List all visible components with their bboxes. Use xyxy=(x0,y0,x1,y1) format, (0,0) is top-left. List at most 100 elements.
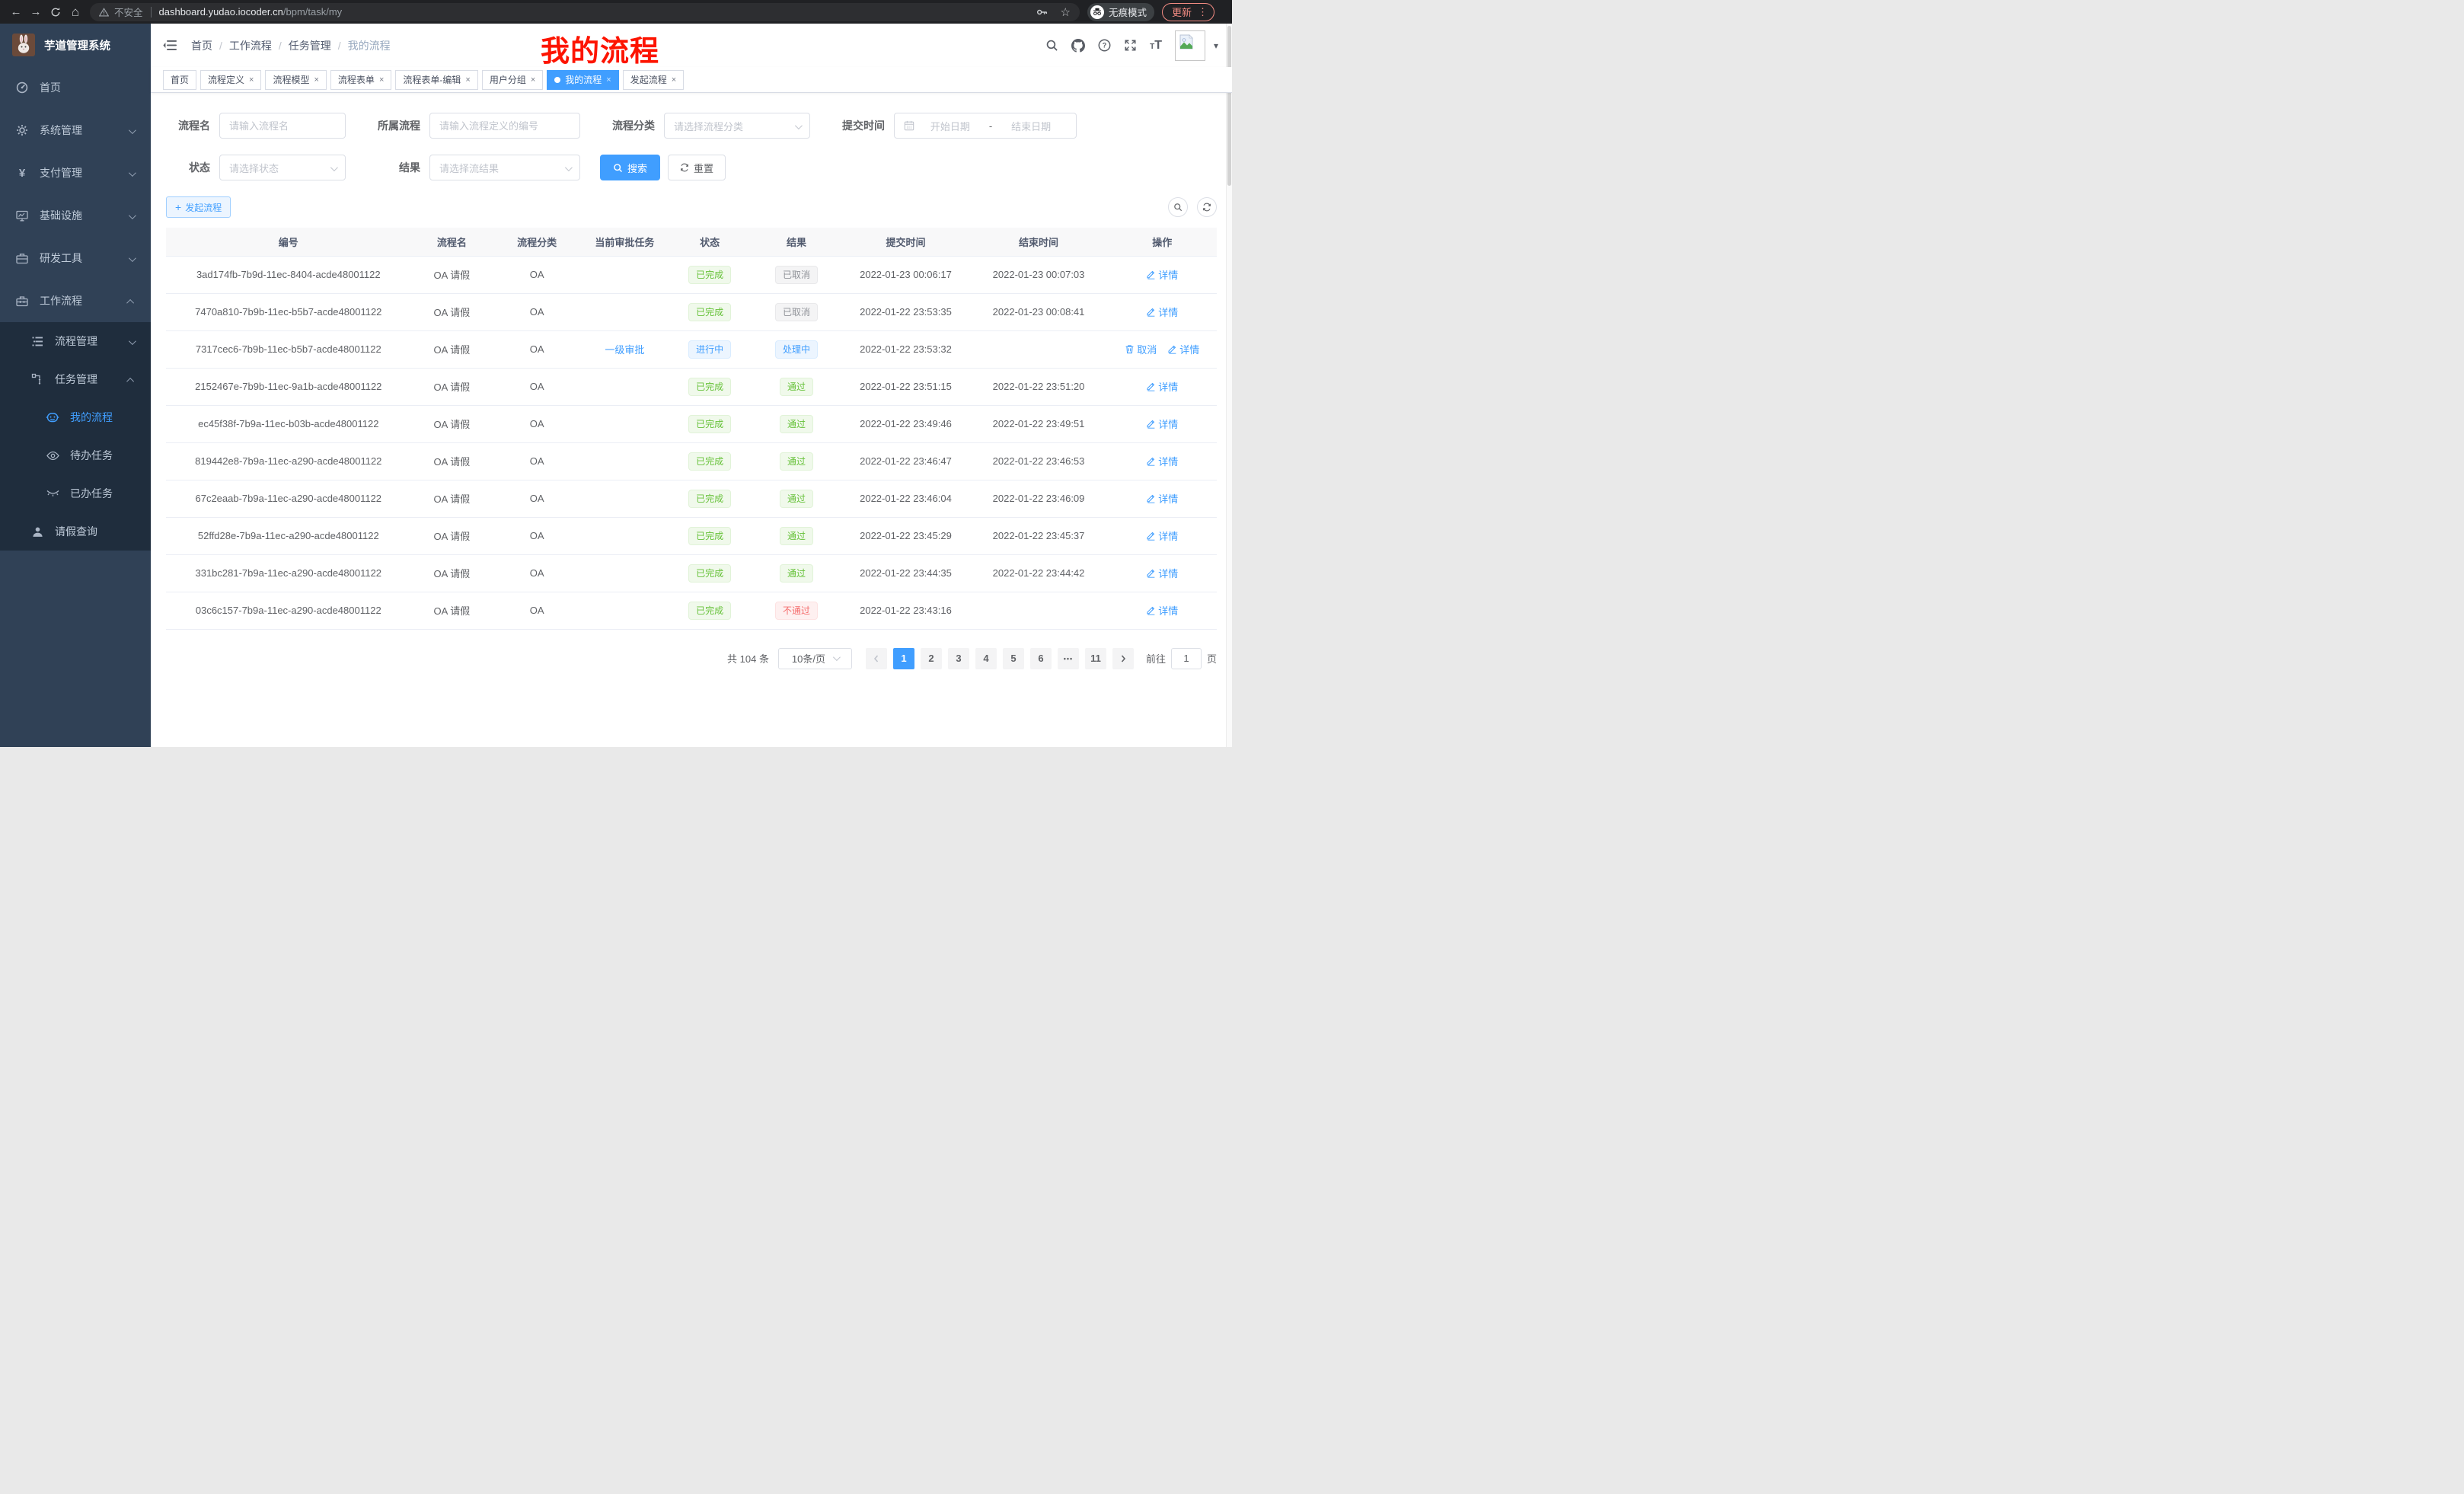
sidebar-item-工作流程[interactable]: 工作流程 xyxy=(0,279,151,322)
tab-流程定义[interactable]: 流程定义× xyxy=(200,70,261,90)
sidebar-item-流程管理[interactable]: 流程管理 xyxy=(0,322,151,360)
page-button-11[interactable]: 11 xyxy=(1085,648,1106,669)
page-button-4[interactable]: 4 xyxy=(975,648,997,669)
fullscreen-icon[interactable] xyxy=(1124,39,1137,52)
sidebar-menu: 首页系统管理¥支付管理基础设施研发工具工作流程流程管理任务管理我的流程待办任务已… xyxy=(0,66,151,551)
tab-流程表单-编辑[interactable]: 流程表单-编辑× xyxy=(395,70,477,90)
breadcrumb-item[interactable]: 首页 xyxy=(191,38,212,53)
sidebar-item-支付管理[interactable]: ¥支付管理 xyxy=(0,152,151,194)
font-size-icon[interactable]: TT xyxy=(1150,40,1162,52)
toggle-search-button[interactable] xyxy=(1168,197,1188,217)
search-button[interactable]: 搜索 xyxy=(600,155,660,180)
status-select[interactable]: 请选择状态 xyxy=(219,155,346,180)
sidebar-item-研发工具[interactable]: 研发工具 xyxy=(0,237,151,279)
submit-time-range-picker[interactable]: 开始日期 - 结束日期 xyxy=(894,113,1077,139)
breadcrumb-item: 我的流程 xyxy=(348,38,391,53)
breadcrumb-item[interactable]: 任务管理 xyxy=(289,38,331,53)
close-icon[interactable]: × xyxy=(672,75,676,85)
filter-label: 所属流程 xyxy=(365,118,420,133)
sidebar-item-我的流程[interactable]: 我的流程 xyxy=(0,398,151,436)
sidebar-item-请假查询[interactable]: 请假查询 xyxy=(0,512,151,551)
取消-link[interactable]: 取消 xyxy=(1125,342,1157,356)
详情-link[interactable]: 详情 xyxy=(1146,305,1178,319)
page-button-2[interactable]: 2 xyxy=(921,648,942,669)
browser-menu-icon[interactable]: ⋮ xyxy=(1198,6,1208,18)
help-icon[interactable]: ? xyxy=(1098,39,1111,52)
table-row: 2152467e-7b9b-11ec-9a1b-acde48001122OA 请… xyxy=(166,368,1217,405)
详情-link[interactable]: 详情 xyxy=(1146,417,1178,431)
process-def-input[interactable] xyxy=(429,113,580,139)
page-button-1[interactable]: 1 xyxy=(893,648,914,669)
tab-流程模型[interactable]: 流程模型× xyxy=(265,70,326,90)
search-icon[interactable] xyxy=(1045,39,1058,52)
sidebar-item-待办任务[interactable]: 待办任务 xyxy=(0,436,151,474)
详情-link[interactable]: 详情 xyxy=(1146,528,1178,543)
scrollbar-thumb[interactable] xyxy=(1227,26,1231,186)
key-icon[interactable] xyxy=(1036,6,1048,18)
caret-down-icon[interactable]: ▾ xyxy=(1214,40,1218,51)
sidebar-item-任务管理[interactable]: 任务管理 xyxy=(0,360,151,398)
flow-icon xyxy=(30,373,44,385)
sidebar-logo[interactable]: 芋道管理系统 xyxy=(0,24,151,66)
action-label: 详情 xyxy=(1158,603,1178,618)
tab-流程表单[interactable]: 流程表单× xyxy=(330,70,391,90)
edit-icon xyxy=(1146,381,1156,391)
category-select[interactable]: 请选择流程分类 xyxy=(664,113,810,139)
详情-link[interactable]: 详情 xyxy=(1167,342,1199,356)
page-size-select[interactable]: 10条/页 xyxy=(778,648,852,669)
process-name-input[interactable] xyxy=(219,113,346,139)
close-icon[interactable]: × xyxy=(249,75,254,85)
sidebar-item-基础设施[interactable]: 基础设施 xyxy=(0,194,151,237)
address-bar[interactable]: 不安全 dashboard.yudao.iocoder.cn/bpm/task/… xyxy=(90,3,1080,21)
page-button-6[interactable]: 6 xyxy=(1030,648,1052,669)
sidebar-item-系统管理[interactable]: 系统管理 xyxy=(0,109,151,152)
create-process-button[interactable]: + 发起流程 xyxy=(166,196,231,218)
bookmark-star-icon[interactable]: ☆ xyxy=(1061,5,1071,19)
close-icon[interactable]: × xyxy=(606,75,611,85)
close-icon[interactable]: × xyxy=(314,75,318,85)
tab-首页[interactable]: 首页 xyxy=(163,70,196,90)
详情-link[interactable]: 详情 xyxy=(1146,379,1178,394)
end-time-cell: 2022-01-22 23:46:53 xyxy=(970,442,1108,480)
refresh-icon xyxy=(680,163,689,172)
task-link[interactable]: 一级审批 xyxy=(605,344,644,356)
next-page-button[interactable] xyxy=(1112,648,1134,669)
github-icon[interactable] xyxy=(1071,39,1085,53)
update-button[interactable]: 更新 ⋮ xyxy=(1162,3,1214,21)
详情-link[interactable]: 详情 xyxy=(1146,267,1178,282)
forward-button[interactable]: → xyxy=(26,0,46,24)
breadcrumb-item[interactable]: 工作流程 xyxy=(229,38,272,53)
goto-page-input[interactable] xyxy=(1171,648,1202,669)
back-button[interactable]: ← xyxy=(6,0,26,24)
sidebar-collapse-icon[interactable] xyxy=(163,39,177,52)
close-icon[interactable]: × xyxy=(379,75,384,85)
current-task-cell xyxy=(581,368,669,405)
page-button-5[interactable]: 5 xyxy=(1003,648,1024,669)
tab-用户分组[interactable]: 用户分组× xyxy=(482,70,543,90)
reload-button[interactable] xyxy=(46,7,65,18)
refresh-table-button[interactable] xyxy=(1197,197,1217,217)
sidebar-item-首页[interactable]: 首页 xyxy=(0,66,151,109)
详情-link[interactable]: 详情 xyxy=(1146,603,1178,618)
tab-发起流程[interactable]: 发起流程× xyxy=(623,70,684,90)
prev-page-button[interactable] xyxy=(866,648,887,669)
tab-我的流程[interactable]: 我的流程× xyxy=(547,70,618,90)
详情-link[interactable]: 详情 xyxy=(1146,491,1178,506)
filter-label: 状态 xyxy=(166,160,210,175)
详情-link[interactable]: 详情 xyxy=(1146,566,1178,580)
page-button-3[interactable]: 3 xyxy=(948,648,969,669)
close-icon[interactable]: × xyxy=(531,75,535,85)
avatar[interactable] xyxy=(1175,30,1205,61)
home-button[interactable]: ⌂ xyxy=(65,0,85,24)
result-badge: 通过 xyxy=(780,527,813,545)
page-scrollbar[interactable] xyxy=(1226,24,1232,747)
sidebar-item-已办任务[interactable]: 已办任务 xyxy=(0,474,151,512)
more-pages-button[interactable]: ••• xyxy=(1058,648,1079,669)
result-select[interactable]: 请选择流结果 xyxy=(429,155,580,180)
toolbox-icon xyxy=(15,295,29,307)
reset-button[interactable]: 重置 xyxy=(668,155,726,180)
breadcrumb: 首页/工作流程/任务管理/我的流程 xyxy=(191,38,391,53)
close-icon[interactable]: × xyxy=(465,75,470,85)
action-label: 详情 xyxy=(1158,528,1178,543)
详情-link[interactable]: 详情 xyxy=(1146,454,1178,468)
